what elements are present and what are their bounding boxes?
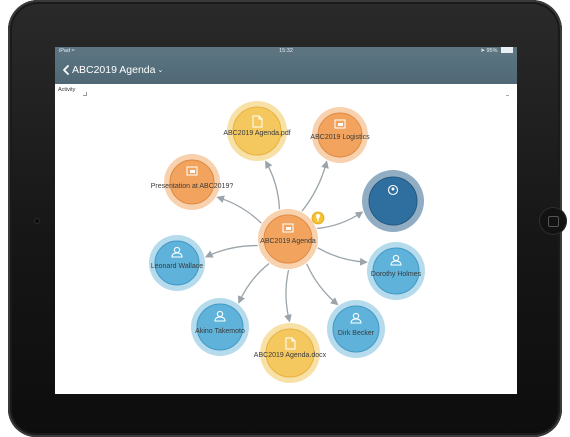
- node-label-akino: Akino Takemoto: [195, 328, 245, 335]
- graph-node-docx[interactable]: ABC2019 Agenda.docx: [254, 323, 327, 383]
- node-label-presentation: Presentation at ABC2019?: [151, 183, 234, 190]
- lightbulb-icon[interactable]: [311, 211, 325, 225]
- front-camera: [34, 218, 40, 224]
- node-label-center: ABC2019 Agenda: [260, 238, 316, 245]
- graph-node-leonard[interactable]: Leonard Wallace: [149, 235, 205, 291]
- graph-edge-dirk: [306, 263, 339, 306]
- node-label-dirk: Dirk Becker: [338, 330, 375, 337]
- node-label-logistics: ABC2019 Logistics: [310, 134, 370, 141]
- graph-node-akino[interactable]: Akino Takemoto: [191, 298, 249, 356]
- graph-edge-leonard: [204, 244, 258, 258]
- node-label-docx: ABC2019 Agenda.docx: [254, 352, 327, 359]
- node-label-dorothy: Dorothy Holmes: [371, 271, 422, 278]
- graph-edge-docx: [284, 269, 292, 323]
- graph-edge-dorothy: [317, 247, 368, 266]
- graph-node-dirk[interactable]: Dirk Becker: [327, 300, 385, 358]
- app-screen: iPad ≈ 15:32 ➤ 95% ABC2019 Agenda ⌄ Activ…: [55, 47, 517, 394]
- graph-node-pdf[interactable]: ABC2019 Agenda.pdf: [223, 101, 291, 161]
- graph-node-presentation[interactable]: Presentation at ABC2019?: [151, 154, 234, 210]
- graph-node-logistics[interactable]: ABC2019 Logistics: [310, 107, 370, 163]
- graph-node-group[interactable]: [362, 170, 424, 232]
- graph-node-dorothy[interactable]: Dorothy Holmes: [367, 242, 425, 300]
- graph-edge-presentation: [216, 195, 262, 224]
- relationship-graph: ABC2019 Agenda.pdf ABC2019 Logistics Prese…: [149, 101, 425, 383]
- graph-edge-akino: [237, 263, 270, 304]
- graph-nodes: ABC2019 Agenda.pdf ABC2019 Logistics Prese…: [149, 101, 425, 383]
- graph-edge-logistics: [301, 160, 329, 212]
- home-square-icon: [548, 216, 559, 227]
- node-circle: [368, 176, 418, 226]
- node-label-pdf: ABC2019 Agenda.pdf: [223, 130, 290, 137]
- graph-node-center[interactable]: ABC2019 Agenda: [258, 209, 318, 269]
- graph-edge-pdf: [265, 160, 281, 210]
- home-button[interactable]: [539, 207, 567, 235]
- node-label-leonard: Leonard Wallace: [151, 263, 203, 270]
